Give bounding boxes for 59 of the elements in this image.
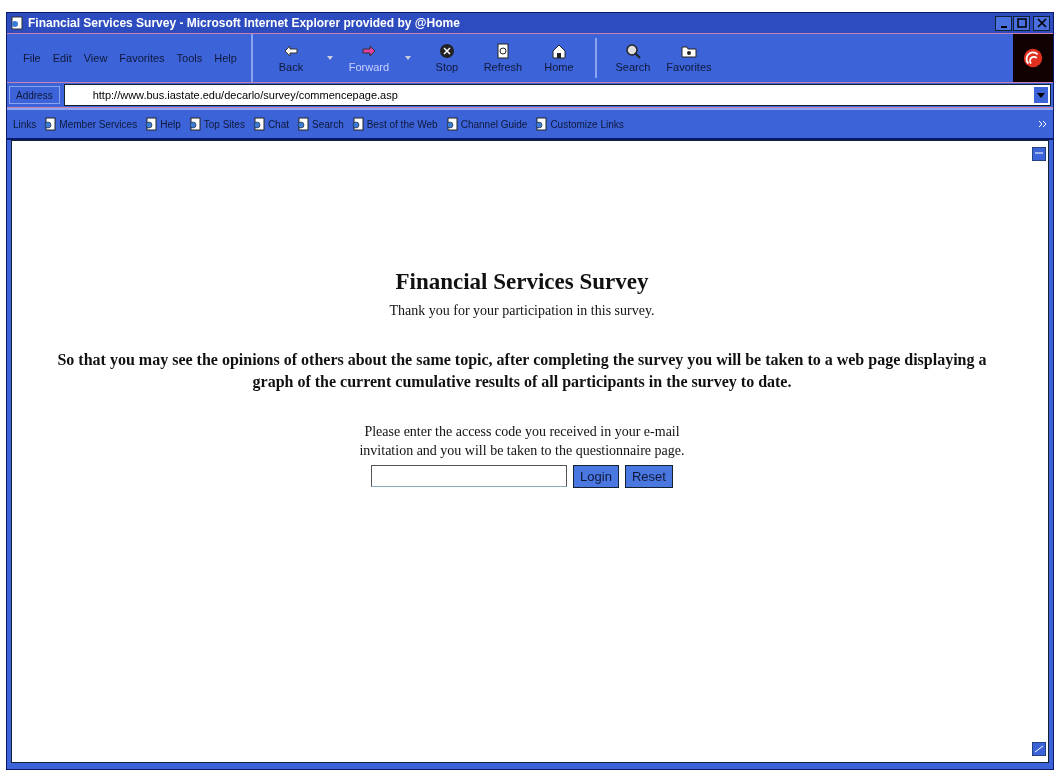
menu-item[interactable]: File: [19, 50, 45, 66]
folder-icon: [680, 43, 697, 59]
more-chevron-icon[interactable]: [1039, 121, 1047, 127]
search-icon: [624, 43, 641, 59]
signal-logo-icon: [1022, 47, 1044, 69]
menu-item[interactable]: Tools: [172, 50, 207, 66]
refresh-icon: [494, 43, 511, 59]
link-button[interactable]: Best of the Web: [351, 117, 438, 131]
form-button[interactable]: Login: [573, 464, 619, 488]
instructions-text: Please enter the access code you received in your e-mail invitation and you will be taken to the questionnaire page.: [359, 422, 685, 461]
link-button[interactable]: Help: [145, 117, 181, 131]
page-icon: [535, 117, 548, 131]
toolbar-button[interactable]: Home: [530, 43, 587, 73]
access-code-field[interactable]: [371, 465, 568, 488]
maximize-icon: [1016, 18, 1027, 28]
page-icon: [297, 117, 309, 131]
minimize-icon: [1000, 25, 1007, 28]
page-icon: [188, 117, 201, 131]
page-icon: [145, 117, 158, 131]
menu-item[interactable]: Help: [210, 50, 241, 66]
form-button[interactable]: Reset: [624, 464, 673, 488]
page-icon: [445, 117, 458, 131]
notice-paragraph: So that you may see the opinions of others about the same topic, after completing the survey you will be taken to a web page displaying a graph of the current cumulative results of all participants in the survey to date.: [56, 350, 988, 393]
toolbar-button[interactable]: Search: [604, 43, 661, 73]
links-label: Links: [13, 118, 37, 130]
page-icon: [252, 117, 265, 131]
menu-item[interactable]: Favorites: [115, 50, 169, 66]
close-icon: [1036, 18, 1047, 28]
toolbar-button[interactable]: Stop: [418, 43, 475, 73]
thanks-text: Thank you for your participation in this survey.: [389, 303, 655, 319]
link-button[interactable]: Channel Guide: [445, 117, 528, 131]
link-button[interactable]: Top Sites: [188, 117, 245, 131]
right-arrow-icon: [360, 43, 377, 59]
page-title: Financial Services Survey: [395, 269, 649, 295]
page-icon: [351, 117, 364, 131]
page-icon: [44, 117, 57, 131]
toolbar-button[interactable]: Back: [262, 43, 319, 73]
scroll-down-button[interactable]: [1032, 742, 1046, 756]
left-arrow-icon: [282, 43, 299, 59]
stop-icon: [438, 43, 455, 59]
page-icon: [10, 16, 24, 30]
address-field[interactable]: http://www.bus.iastate.edu/decarlo/survey/commencepage.asp: [63, 84, 1051, 106]
link-button[interactable]: Member Services: [44, 117, 138, 131]
dropdown-arrow-icon[interactable]: [326, 56, 333, 60]
close-button[interactable]: [1033, 15, 1050, 31]
link-button[interactable]: Search: [297, 117, 344, 131]
scroll-up-button[interactable]: [1032, 147, 1046, 161]
link-button[interactable]: Customize Links: [535, 117, 624, 131]
dropdown-arrow-icon[interactable]: [404, 56, 411, 60]
menu-item[interactable]: Edit: [48, 50, 76, 66]
link-button[interactable]: Chat: [252, 117, 289, 131]
toolbar-button[interactable]: Refresh: [474, 43, 531, 73]
maximize-button[interactable]: [1013, 15, 1030, 31]
minimize-button[interactable]: [995, 15, 1012, 31]
home-icon: [550, 43, 567, 59]
address-label: Address: [9, 86, 60, 104]
menu-item[interactable]: View: [79, 50, 112, 66]
toolbar-button[interactable]: Favorites: [660, 43, 717, 73]
window-title: Financial Services Survey - Microsoft Internet Explorer provided by @Home: [28, 16, 461, 30]
